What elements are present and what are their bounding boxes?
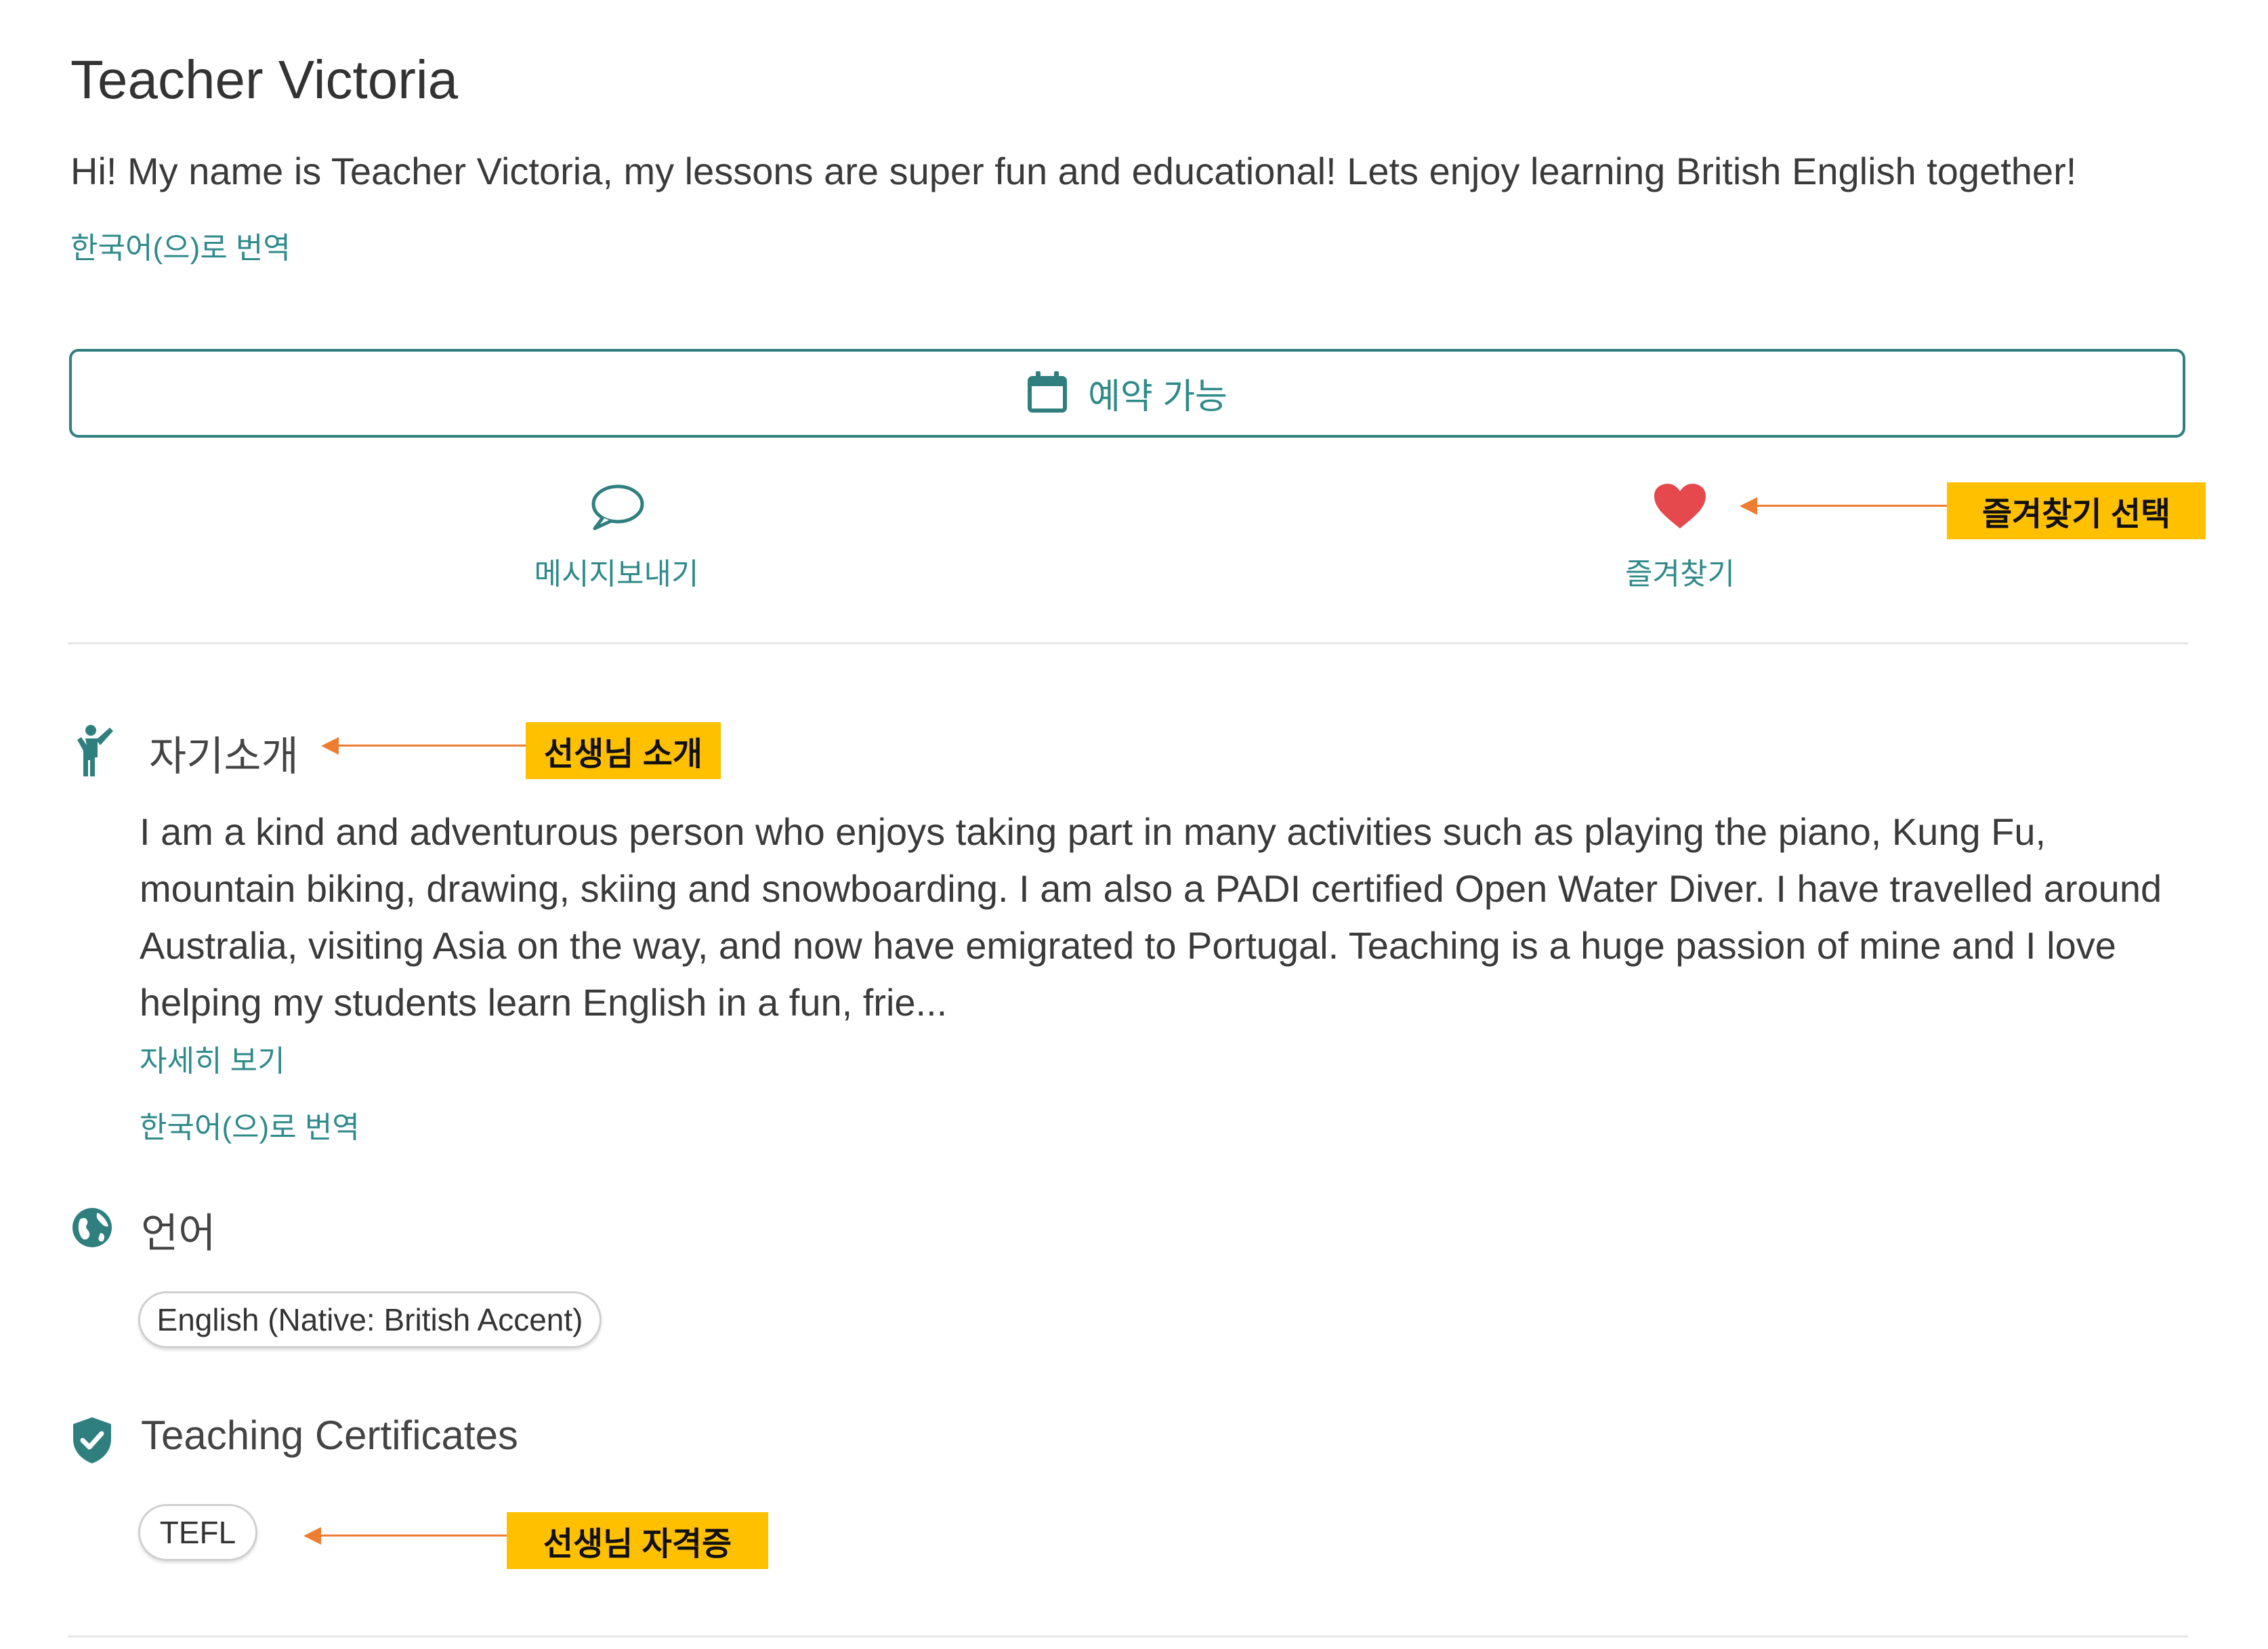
translate-headline-link[interactable]: 한국어(으)로 번역 bbox=[70, 224, 291, 267]
favorite-annotation: 즐겨찾기 선택 bbox=[1947, 482, 2206, 539]
certificate-annotation: 선생님 자격증 bbox=[507, 1512, 768, 1569]
calendar-icon bbox=[1027, 370, 1068, 417]
favorite-annotation-arrowhead bbox=[1740, 497, 1757, 515]
translate-about-link[interactable]: 한국어(으)로 번역 bbox=[140, 1103, 360, 1146]
person-waving-icon bbox=[72, 724, 119, 781]
intro-annotation: 선생님 소개 bbox=[526, 722, 721, 779]
favorite-label: 즐겨찾기 bbox=[1625, 558, 1735, 591]
certificates-title: Teaching Certificates bbox=[141, 1413, 518, 1458]
book-lesson-button[interactable]: 예약 가능 bbox=[69, 349, 2185, 438]
speech-bubble-icon bbox=[588, 482, 645, 535]
language-chip: English (Native: British Accent) bbox=[138, 1291, 602, 1348]
intro-annotation-arrow bbox=[337, 745, 526, 747]
shield-check-icon bbox=[70, 1416, 114, 1468]
intro-annotation-arrowhead bbox=[321, 737, 339, 755]
favorite-annotation-arrow bbox=[1756, 505, 1947, 507]
languages-title: 언어 bbox=[141, 1211, 216, 1256]
teacher-name: Teacher Victoria bbox=[70, 49, 459, 110]
send-message-button[interactable]: 메시지보내기 bbox=[515, 482, 718, 593]
heart-icon bbox=[1652, 482, 1708, 535]
about-title: 자기소개 bbox=[149, 734, 299, 779]
about-text: I am a kind and adventurous person who e… bbox=[140, 810, 2162, 1024]
teacher-headline: Hi! My name is Teacher Victoria, my less… bbox=[70, 150, 2077, 192]
certificate-chip: TEFL bbox=[138, 1504, 257, 1561]
book-lesson-label: 예약 가능 bbox=[1088, 377, 1227, 417]
section-divider bbox=[68, 642, 2188, 644]
certificate-annotation-arrowhead bbox=[303, 1527, 321, 1545]
globe-icon bbox=[70, 1206, 114, 1253]
bottom-divider bbox=[68, 1635, 2188, 1637]
send-message-label: 메시지보내기 bbox=[534, 558, 699, 591]
certificate-annotation-arrow bbox=[320, 1535, 507, 1537]
read-more-link[interactable]: 자세히 보기 bbox=[140, 1037, 285, 1080]
